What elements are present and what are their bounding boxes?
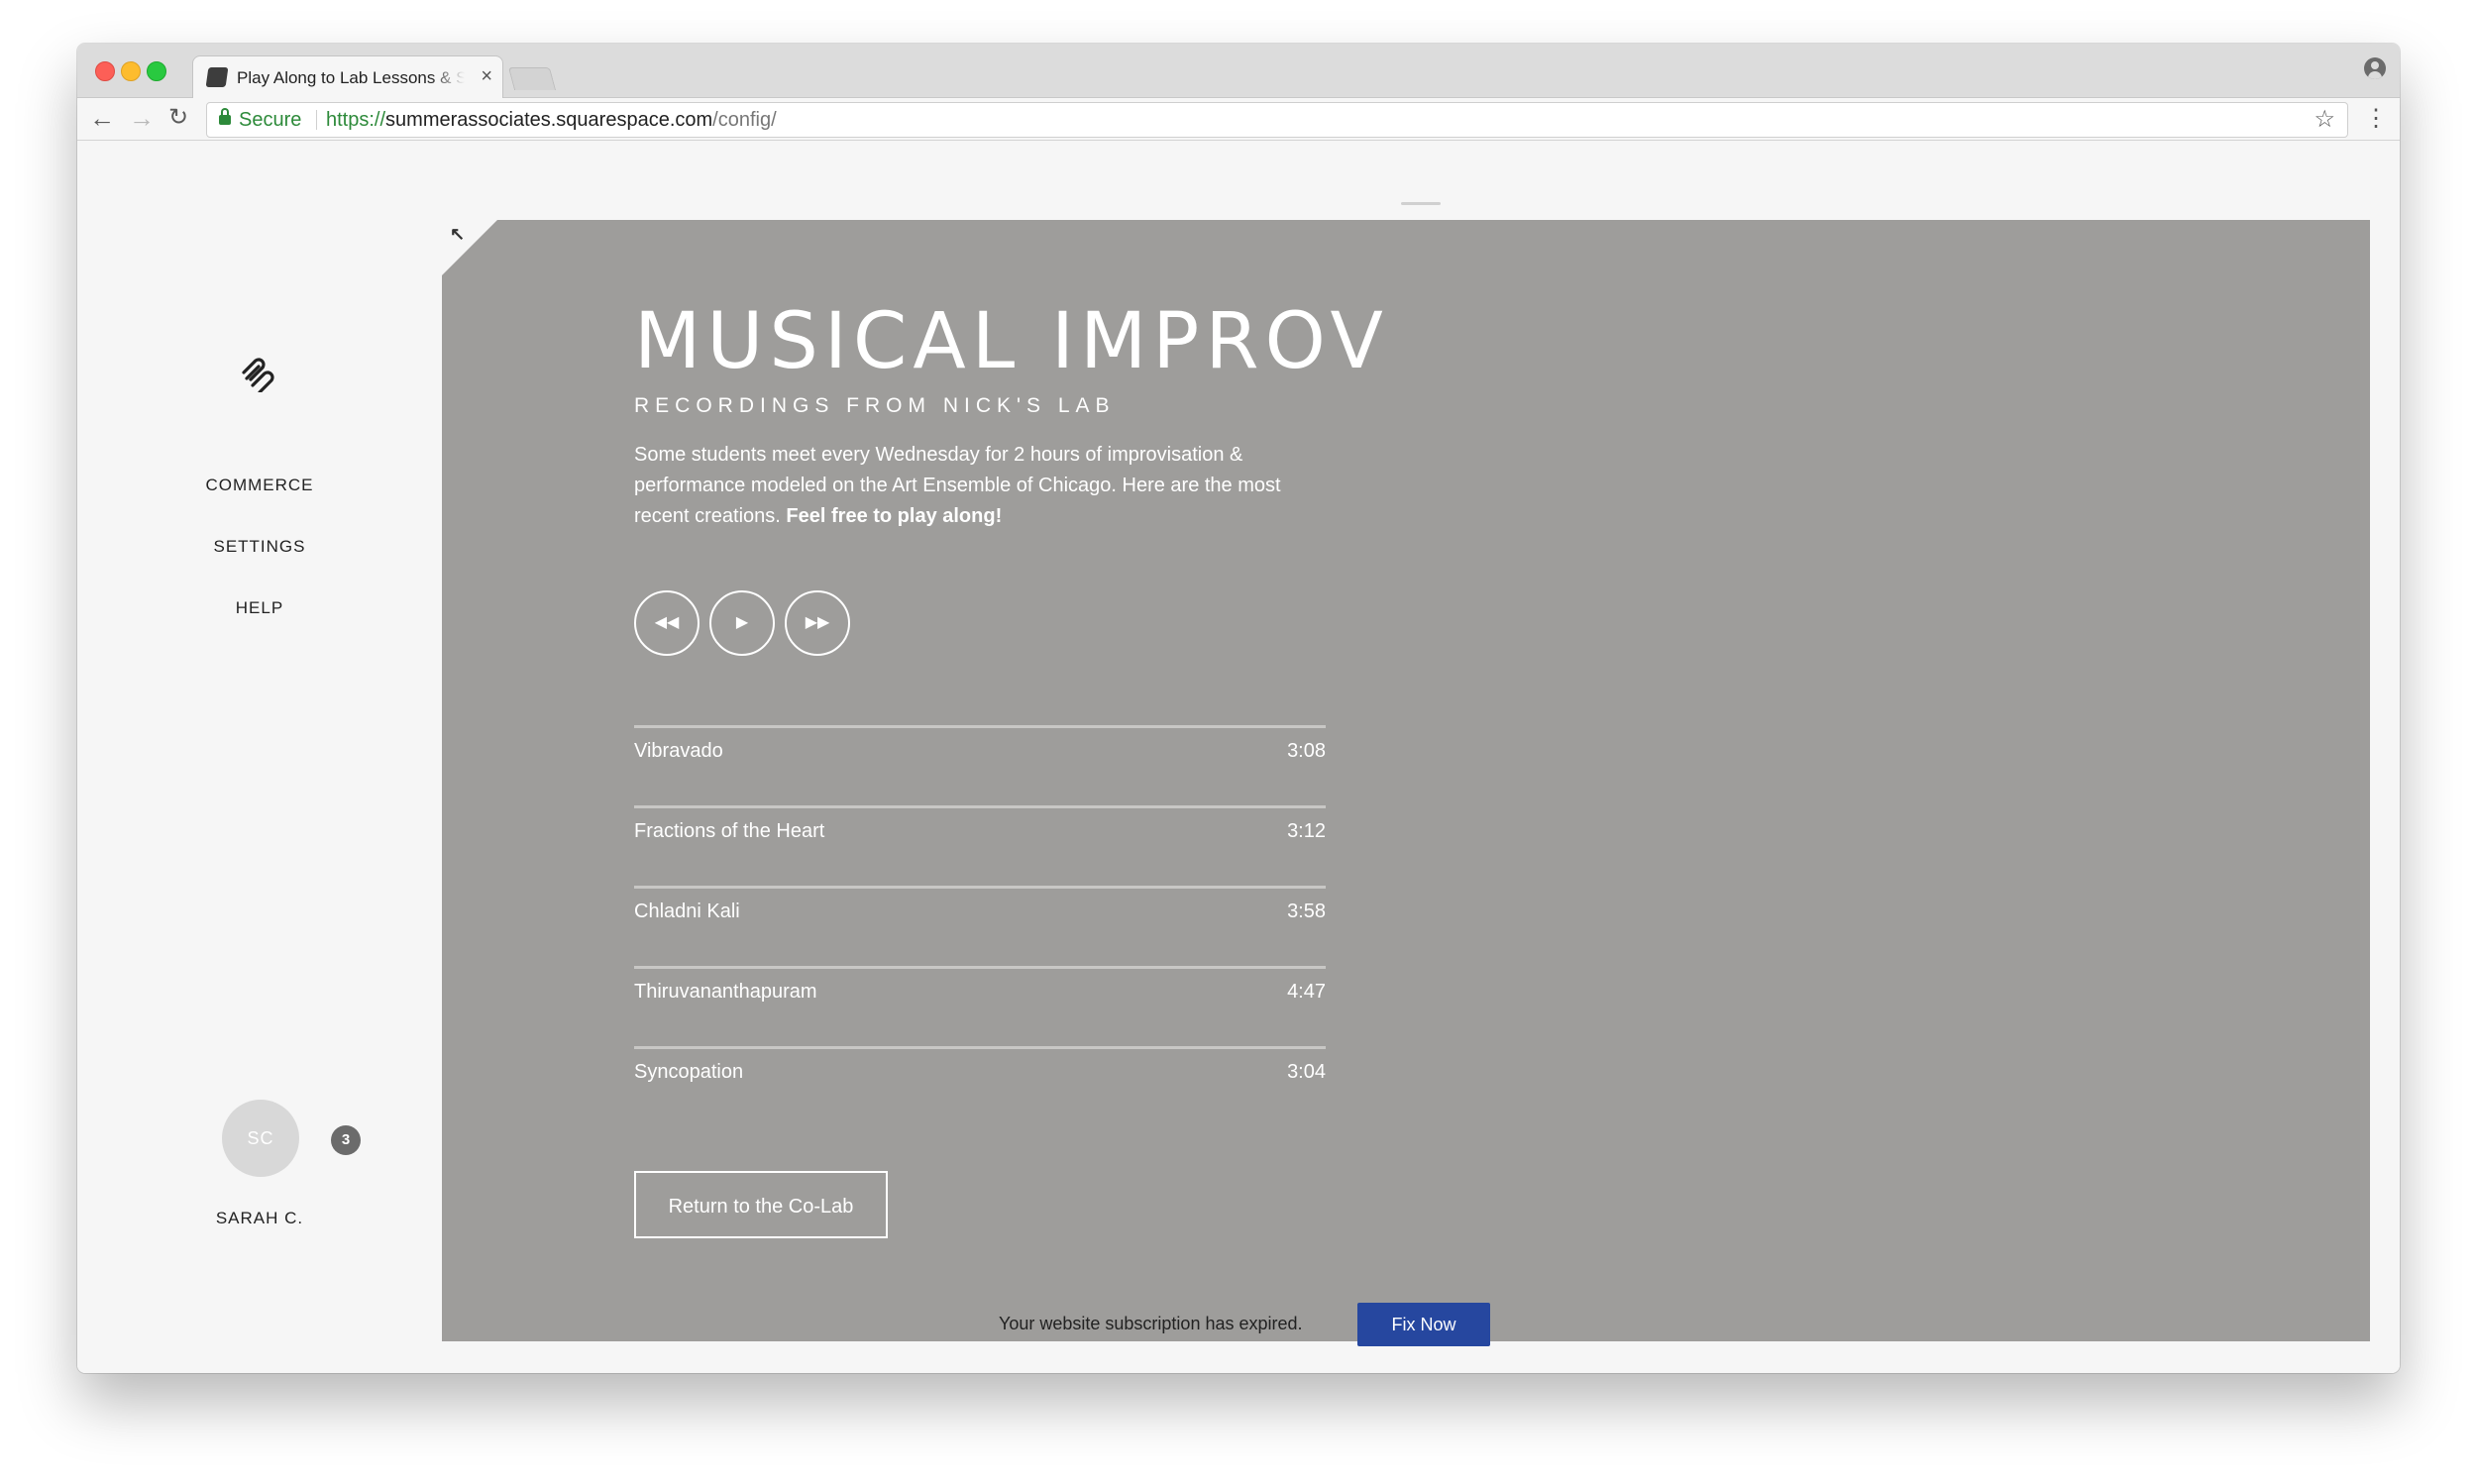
reload-icon[interactable]: ↻ (168, 103, 188, 133)
new-tab-button[interactable] (507, 67, 557, 90)
browser-menu-icon[interactable]: ⋮ (2364, 104, 2388, 134)
drag-handle[interactable] (1401, 202, 1441, 205)
user-name[interactable]: SARAH C. (161, 1209, 359, 1228)
url-path: /config/ (712, 109, 777, 131)
back-arrow-icon[interactable]: ← (89, 103, 115, 133)
minimize-window-button[interactable] (121, 61, 141, 81)
track-title: Fractions of the Heart (634, 820, 825, 842)
avatar[interactable]: SC (222, 1100, 299, 1177)
forward-arrow-icon[interactable]: → (129, 103, 155, 133)
squarespace-logo-icon[interactable] (238, 353, 277, 392)
tab-title: Play Along to Lab Lessons & Summer Assoc… (237, 68, 465, 87)
track-duration: 3:58 (1287, 901, 1326, 922)
track-duration: 3:08 (1287, 740, 1326, 762)
site-preview: ↖ MUSICAL IMPROV RECORDINGS FROM NICK'S … (442, 220, 2370, 1341)
track-row[interactable]: Thiruvananthapuram 4:47 (634, 966, 1326, 1046)
intro-text: Some students meet every Wednesday for 2… (634, 440, 1328, 532)
page-subtitle: RECORDINGS FROM NICK'S LAB (634, 394, 1116, 417)
squarespace-favicon-icon (205, 67, 229, 87)
track-row[interactable]: Chladni Kali 3:58 (634, 886, 1326, 966)
lock-icon (219, 108, 231, 125)
track-row[interactable]: Syncopation 3:04 (634, 1046, 1326, 1126)
page-title: MUSICAL IMPROV (634, 297, 1389, 386)
editor-content: COMMERCE SETTINGS HELP SC 3 SARAH C. ↖ M… (77, 141, 2400, 1373)
track-title: Syncopation (634, 1061, 744, 1083)
track-list: Vibravado 3:08 Fractions of the Heart 3:… (634, 725, 1326, 1126)
profile-icon[interactable] (2364, 57, 2386, 79)
url-text: https://summerassociates.squarespace.com… (326, 103, 777, 137)
track-title: Vibravado (634, 740, 723, 762)
url-separator (316, 110, 317, 130)
url-scheme: https:// (326, 109, 386, 131)
track-duration: 3:12 (1287, 820, 1326, 842)
fast-forward-button[interactable]: ▶▶ (785, 590, 850, 656)
browser-window: Play Along to Lab Lessons & Summer Assoc… (77, 44, 2400, 1373)
sidebar-item-help[interactable]: HELP (161, 598, 359, 618)
sidebar-item-settings[interactable]: SETTINGS (161, 537, 359, 557)
track-row[interactable]: Vibravado 3:08 (634, 725, 1326, 805)
tab-strip: Play Along to Lab Lessons & Summer Assoc… (77, 44, 2400, 99)
fix-now-button[interactable]: Fix Now (1357, 1303, 1490, 1346)
sidebar-item-commerce[interactable]: COMMERCE (161, 476, 359, 495)
rewind-button[interactable]: ◀◀ (634, 590, 700, 656)
secure-label: Secure (239, 109, 302, 131)
track-title: Thiruvananthapuram (634, 981, 817, 1003)
track-row[interactable]: Fractions of the Heart 3:12 (634, 805, 1326, 886)
intro-emphasis: Feel free to play along! (786, 505, 1003, 527)
url-host: summerassociates.squarespace.com (385, 109, 713, 131)
track-duration: 4:47 (1287, 981, 1326, 1003)
play-button[interactable]: ▶ (709, 590, 775, 656)
bookmark-star-icon[interactable]: ☆ (2314, 103, 2335, 137)
tab-close-icon[interactable]: × (481, 65, 492, 88)
subscription-expired-message: Your website subscription has expired. (999, 1314, 1303, 1333)
browser-toolbar: ← → ↻ Secure https://summerassociates.sq… (77, 98, 2400, 141)
track-duration: 3:04 (1287, 1061, 1326, 1083)
address-bar[interactable]: Secure https://summerassociates.squaresp… (206, 102, 2348, 138)
browser-tab[interactable]: Play Along to Lab Lessons & Summer Assoc… (192, 55, 503, 99)
close-window-button[interactable] (95, 61, 115, 81)
track-title: Chladni Kali (634, 901, 740, 922)
zoom-window-button[interactable] (147, 61, 166, 81)
expand-arrow-icon[interactable]: ↖ (450, 224, 465, 245)
notification-badge[interactable]: 3 (331, 1125, 361, 1155)
return-to-colab-button[interactable]: Return to the Co-Lab (634, 1171, 888, 1238)
